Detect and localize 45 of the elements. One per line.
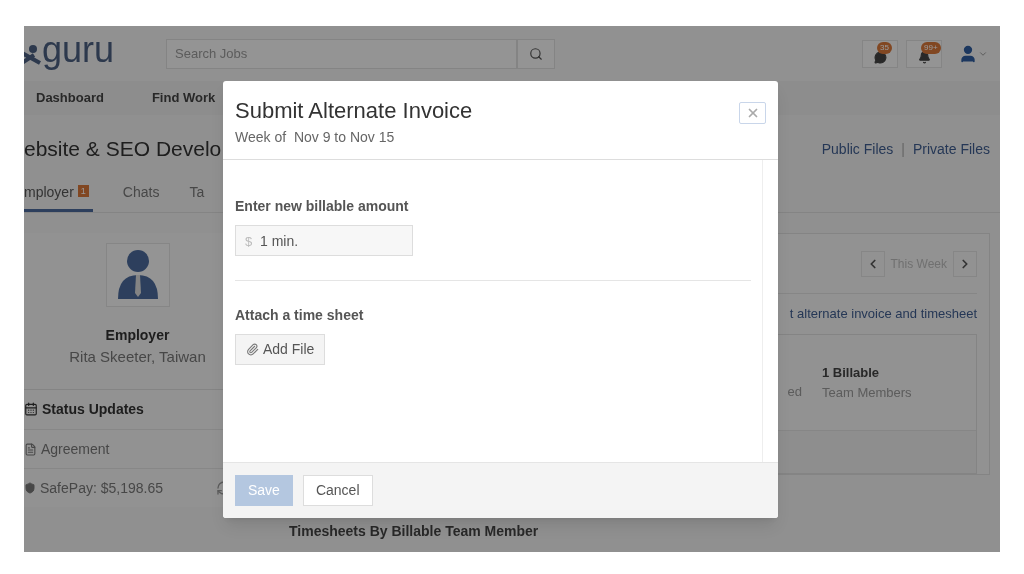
- next-week-button[interactable]: [953, 250, 977, 277]
- alerts-button[interactable]: 99+: [906, 39, 942, 68]
- shield-icon: [24, 482, 36, 495]
- link-separator: |: [901, 139, 905, 159]
- user-icon[interactable]: [958, 43, 978, 64]
- sidebar-item[interactable]: Agreement: [41, 438, 110, 460]
- bell-icon: [917, 50, 931, 64]
- logo-icon: [24, 42, 42, 65]
- currency-symbol: $: [245, 233, 253, 251]
- field-label: Attach a time sheet: [235, 306, 365, 325]
- document-icon: [24, 442, 37, 456]
- employer-role: Employer: [105, 326, 170, 345]
- field-label: Enter new billable amount: [235, 197, 410, 216]
- public-files-link[interactable]: Public Files: [821, 138, 894, 160]
- dialog-title: Submit Alternate Invoice: [235, 97, 473, 125]
- count-badge: 99+: [921, 41, 941, 54]
- count-badge: 35: [877, 41, 892, 54]
- messages-button[interactable]: 35: [862, 39, 898, 68]
- search-field[interactable]: Search Jobs: [166, 38, 517, 69]
- search-icon: [529, 46, 543, 61]
- tab[interactable]: Chats: [122, 182, 160, 212]
- project-title: ebsite & SEO Develo: [24, 136, 222, 163]
- chat-icon: [873, 50, 887, 64]
- tab[interactable]: Ta: [189, 182, 205, 212]
- previous-week-button[interactable]: [860, 250, 885, 277]
- nav-link[interactable]: Find Work: [151, 88, 216, 108]
- paperclip-icon: [246, 343, 259, 356]
- search-button[interactable]: [517, 38, 555, 69]
- billable-count: 1 Billable: [822, 364, 881, 382]
- cancel-button[interactable]: Cancel: [302, 475, 373, 506]
- employer-icon: [117, 249, 158, 301]
- nav-link[interactable]: Dashboard: [36, 88, 104, 108]
- section-heading: Status Updates: [42, 399, 144, 419]
- notice-link[interactable]: t alternate invoice and timesheet: [789, 304, 977, 324]
- section-heading: Timesheets By Billable Team Member: [289, 522, 540, 541]
- tab[interactable]: mployer 1: [24, 182, 93, 212]
- tab-badge: 1: [77, 185, 89, 197]
- calendar-icon: [24, 402, 38, 417]
- sidebar-item[interactable]: SafePay: $5,198.65: [40, 477, 163, 499]
- dialog-subtitle: Week of Nov 9 to Nov 15: [235, 128, 396, 147]
- add-file-button[interactable]: Add File: [235, 334, 326, 365]
- logo-wordmark[interactable]: guru: [42, 31, 115, 68]
- employer-name: Rita Skeeter, Taiwan: [69, 347, 206, 367]
- close-button[interactable]: [739, 102, 766, 124]
- private-files-link[interactable]: Private Files: [912, 138, 990, 160]
